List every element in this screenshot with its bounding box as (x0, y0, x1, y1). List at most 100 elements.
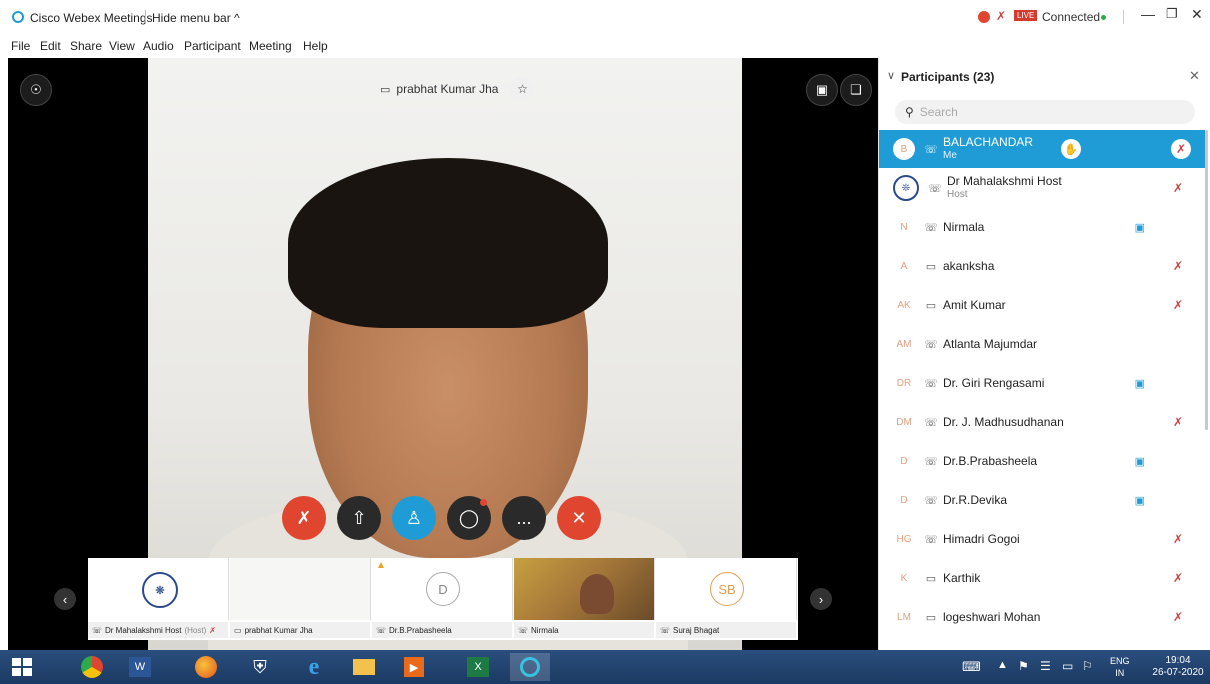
media-player-taskbar-button[interactable]: ▶ (394, 653, 434, 681)
chevron-up-icon[interactable]: ▲ (997, 659, 1008, 671)
more-options-button[interactable]: ... (502, 496, 546, 540)
collapse-chevron-icon[interactable]: ∨ (887, 69, 895, 82)
participant-name: akanksha (943, 258, 995, 273)
pin-icon[interactable]: ☆ (510, 77, 535, 101)
menu-participant[interactable]: Participant (184, 39, 241, 53)
defender-taskbar-button[interactable]: ⛨ (240, 653, 280, 681)
phone-icon: ▭ (925, 572, 937, 585)
participant-name: Amit Kumar (943, 297, 1006, 312)
menu-meeting[interactable]: Meeting (249, 39, 292, 53)
participant-row[interactable]: K ▭ Karthik ✗ (879, 559, 1205, 597)
menu-file[interactable]: File (11, 39, 30, 53)
participant-row[interactable]: A ▭ akanksha ✗ (879, 247, 1205, 285)
video-camera-icon: ▣ (1134, 221, 1145, 234)
network-icon[interactable]: ☰ (1040, 659, 1051, 673)
participant-row[interactable]: HG ☏ Himadri Gogoi ✗ (879, 520, 1205, 558)
notification-icon[interactable]: ⚑ (1018, 659, 1029, 673)
record-icon[interactable] (978, 11, 990, 23)
menu-help[interactable]: Help (303, 39, 328, 53)
minimize-icon[interactable]: — (1141, 6, 1155, 22)
layout-button[interactable]: ▣ (806, 74, 838, 106)
muted-mic-icon[interactable]: ✗ (1173, 298, 1183, 312)
participant-name-block: akanksha (943, 258, 995, 273)
participant-avatar: N (893, 216, 915, 238)
clock[interactable]: 19:04 26-07-2020 (1150, 655, 1206, 679)
filmstrip-tile[interactable]: SB ☏ Suraj Bhagat (656, 558, 797, 638)
muted-mic-icon[interactable]: ✗ (1171, 139, 1191, 159)
headset-icon: ☏ (924, 416, 938, 429)
participant-row[interactable]: B ☏ BALACHANDAR Me ✋ ✗ (879, 130, 1205, 168)
participant-avatar: A (893, 255, 915, 277)
ie-taskbar-button[interactable]: e (294, 653, 334, 681)
participant-avatar: B (893, 138, 915, 160)
scrollbar[interactable] (1205, 130, 1208, 430)
close-x-icon: ✕ (571, 507, 587, 528)
headset-icon: ☏ (924, 494, 938, 507)
language-indicator[interactable]: ENG IN (1110, 655, 1130, 679)
filmstrip-next-button[interactable]: › (810, 588, 832, 610)
participant-avatar: AM (893, 333, 915, 355)
mute-button[interactable]: ✗ (282, 496, 326, 540)
meeting-info-button[interactable]: ☉ (20, 74, 52, 106)
window-controls-divider (1123, 10, 1124, 24)
hide-menu-bar-button[interactable]: Hide menu bar ^ (152, 11, 240, 25)
participant-row[interactable]: D ☏ Dr.R.Devika ▣ (879, 481, 1205, 519)
muted-mic-icon: ✗ (209, 625, 216, 635)
participant-search[interactable]: ⚲ Search (895, 100, 1195, 124)
filmstrip-prev-button[interactable]: ‹ (54, 588, 76, 610)
participants-button[interactable]: ♙ (392, 496, 436, 540)
popout-button[interactable]: ❏ (840, 74, 872, 106)
headset-icon: ☏ (924, 533, 938, 546)
participant-row[interactable]: DR ☏ Dr. Giri Rengasami ▣ (879, 364, 1205, 402)
tile-caption: ☏ Nirmala (514, 622, 654, 638)
menu-audio[interactable]: Audio (143, 39, 174, 53)
file-explorer-taskbar-button[interactable] (344, 653, 384, 681)
webex-taskbar-button[interactable] (510, 653, 550, 681)
muted-mic-icon[interactable]: ✗ (996, 9, 1006, 23)
maximize-icon[interactable]: ❐ (1166, 6, 1178, 22)
participant-name: logeshwari Mohan (943, 609, 1041, 624)
share-button[interactable]: ⇧ (337, 496, 381, 540)
participant-name-block: Dr Mahalakshmi Host Host (947, 175, 1062, 201)
muted-mic-icon[interactable]: ✗ (1173, 571, 1183, 585)
flag-icon[interactable]: ⚐ (1082, 659, 1093, 673)
muted-mic-icon[interactable]: ✗ (1173, 181, 1183, 195)
filmstrip-tile[interactable]: ▲ D ☏ Dr.B.Prabasheela (372, 558, 513, 638)
menu-edit[interactable]: Edit (40, 39, 61, 53)
chrome-taskbar-button[interactable] (72, 653, 112, 681)
close-panel-icon[interactable]: ✕ (1189, 68, 1200, 84)
menu-bar: File Edit Share View Audio Participant M… (0, 36, 1210, 58)
leave-meeting-button[interactable]: ✕ (557, 496, 601, 540)
muted-mic-icon[interactable]: ✗ (1173, 415, 1183, 429)
close-icon[interactable]: ✕ (1191, 6, 1203, 23)
word-taskbar-button[interactable]: W (120, 653, 160, 681)
participant-row[interactable]: LM ▭ logeshwari Mohan ✗ (879, 598, 1205, 636)
filmstrip-tile[interactable]: ❊ ☏ Dr Mahalakshmi Host (Host) ✗ (88, 558, 229, 638)
muted-mic-icon[interactable]: ✗ (1173, 532, 1183, 546)
participant-avatar: K (893, 567, 915, 589)
menu-view[interactable]: View (109, 39, 135, 53)
panel-title: Participants (23) (901, 70, 995, 84)
excel-taskbar-button[interactable]: X (458, 653, 498, 681)
popout-icon: ❏ (850, 82, 862, 97)
muted-mic-icon[interactable]: ✗ (1173, 610, 1183, 624)
battery-icon[interactable]: ▭ (1062, 659, 1073, 673)
headset-icon: ☏ (376, 625, 387, 635)
participant-row[interactable]: ❊ ☏ Dr Mahalakshmi Host Host ✗ (879, 169, 1205, 207)
participant-row[interactable]: N ☏ Nirmala ▣ (879, 208, 1205, 246)
start-button[interactable] (2, 653, 42, 681)
participant-row[interactable]: AM ☏ Atlanta Majumdar (879, 325, 1205, 363)
participant-row[interactable]: AK ▭ Amit Kumar ✗ (879, 286, 1205, 324)
chat-button[interactable]: ◯ (447, 496, 491, 540)
menu-share[interactable]: Share (70, 39, 102, 53)
firefox-taskbar-button[interactable] (186, 653, 226, 681)
filmstrip-tile[interactable]: ▭ prabhat Kumar Jha (230, 558, 371, 638)
participant-row[interactable]: D ☏ Dr.B.Prabasheela ▣ (879, 442, 1205, 480)
participant-row[interactable]: DM ☏ Dr. J. Madhusudhanan ✗ (879, 403, 1205, 441)
raise-hand-icon[interactable]: ✋ (1061, 139, 1081, 159)
headset-icon: ☏ (92, 625, 103, 635)
tile-name: Suraj Bhagat (673, 625, 720, 635)
muted-mic-icon[interactable]: ✗ (1173, 259, 1183, 273)
filmstrip-tile[interactable]: ☏ Nirmala (514, 558, 655, 638)
keyboard-icon[interactable]: ⌨ (962, 659, 981, 675)
